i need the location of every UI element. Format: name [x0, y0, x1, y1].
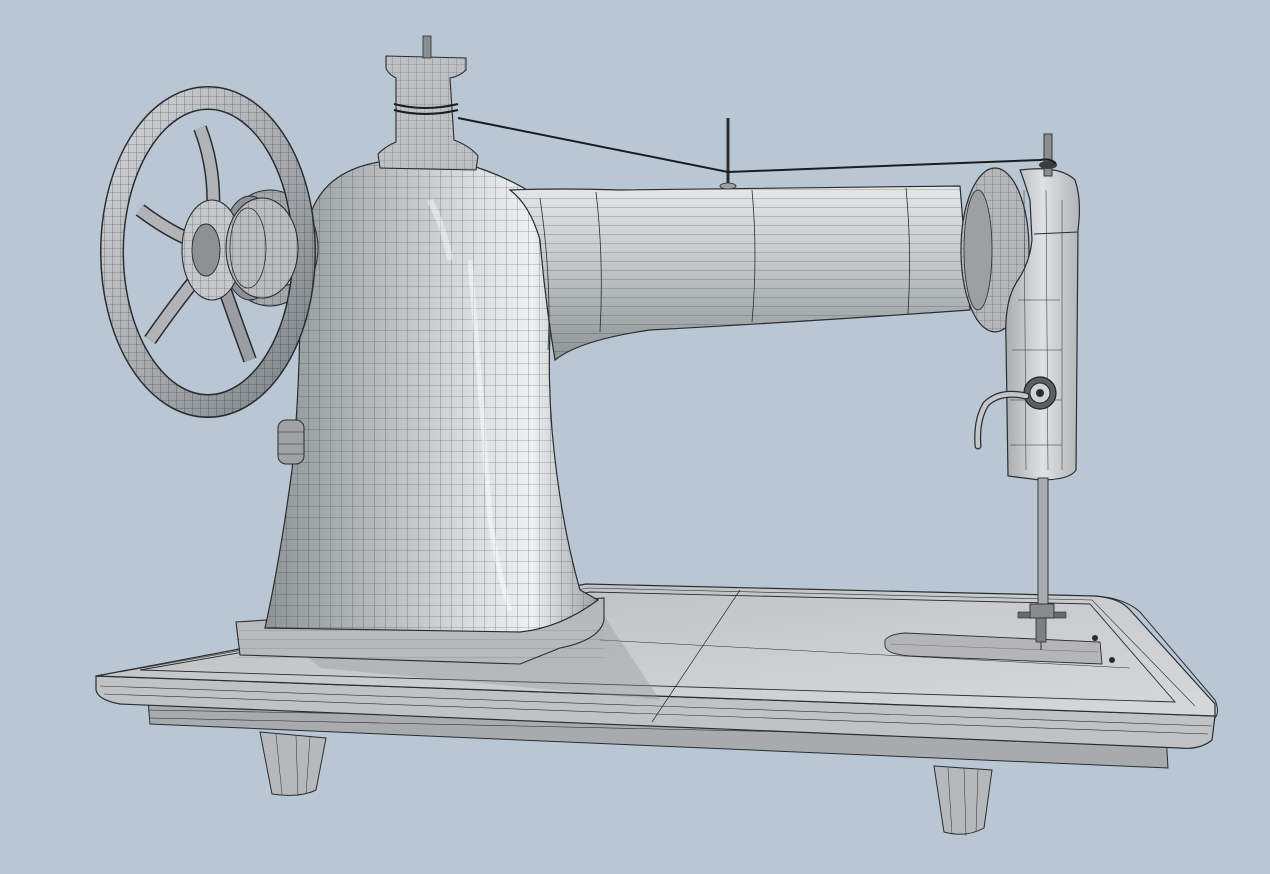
- front-right-foot: [933, 765, 993, 837]
- thread-line: [457, 117, 1057, 174]
- render-canvas: [95, 35, 1218, 837]
- thread-guide-pin: [719, 118, 737, 190]
- front-left-foot: [259, 731, 327, 797]
- side-knob: [277, 419, 305, 465]
- spool-pin-top: [377, 35, 479, 171]
- wheel-collar: [225, 197, 299, 299]
- sewing-machine-render: [0, 0, 1270, 874]
- machine-arm: [508, 185, 971, 362]
